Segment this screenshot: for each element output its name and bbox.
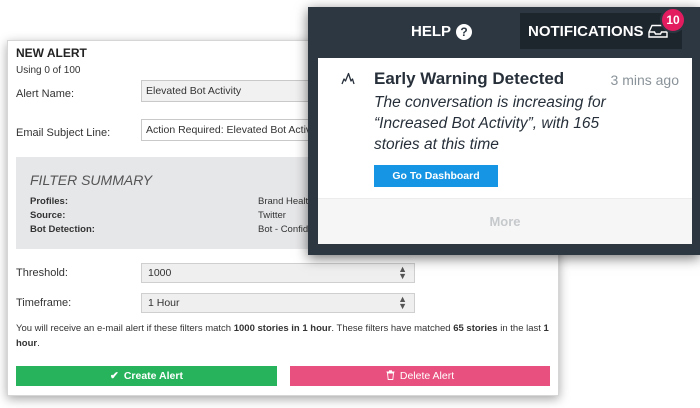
- filter-key: Profiles:: [30, 196, 69, 207]
- notifications-label: NOTIFICATIONS: [528, 22, 644, 40]
- notifications-tab[interactable]: NOTIFICATIONS: [520, 13, 682, 49]
- filter-key: Bot Detection:: [30, 224, 95, 235]
- filter-value: Brand Health: [258, 196, 314, 207]
- go-to-dashboard-button[interactable]: Go To Dashboard: [374, 165, 498, 187]
- delete-alert-label: Delete Alert: [399, 370, 455, 382]
- timeframe-value: 1 Hour: [148, 297, 180, 309]
- spike-chart-icon: [341, 72, 355, 91]
- select-arrows-icon: ▲ ▼: [398, 294, 407, 311]
- threshold-value: 1000: [148, 267, 172, 279]
- trash-icon: [386, 369, 395, 383]
- help-link[interactable]: HELP ?: [411, 23, 473, 40]
- alert-note: You will receive an e-mail alert if thes…: [16, 321, 550, 351]
- alert-usage: Using 0 of 100: [16, 65, 81, 76]
- delete-alert-button[interactable]: Delete Alert: [290, 366, 550, 386]
- note-text: in the last: [497, 323, 544, 334]
- note-text: . These filters have matched: [331, 323, 454, 334]
- notification-body: The conversation is increasing for “Incr…: [374, 94, 606, 153]
- question-circle-icon: ?: [456, 23, 473, 40]
- notification-count-badge: 10: [660, 7, 686, 33]
- more-button[interactable]: More: [318, 198, 692, 244]
- notification-list: Early Warning Detected 3 mins ago The co…: [318, 58, 692, 244]
- note-bold: 1000 stories in 1 hour: [233, 323, 332, 334]
- timeframe-select[interactable]: 1 Hour ▲ ▼: [141, 293, 415, 313]
- filter-summary-title: FILTER SUMMARY: [30, 172, 153, 188]
- notification-item[interactable]: Early Warning Detected 3 mins ago The co…: [318, 58, 692, 198]
- card-title: NEW ALERT: [16, 46, 87, 60]
- note-text: You will receive an e-mail alert if thes…: [16, 323, 234, 334]
- notification-time: 3 mins ago: [610, 72, 679, 88]
- alert-name-input[interactable]: Elevated Bot Activity: [141, 80, 331, 102]
- filter-key: Source:: [30, 210, 66, 221]
- email-subject-label: Email Subject Line:: [16, 127, 111, 139]
- select-arrows-icon: ▲ ▼: [398, 264, 407, 281]
- create-alert-label: Create Alert: [123, 370, 183, 382]
- email-subject-input[interactable]: Action Required: Elevated Bot Activity: [141, 119, 311, 141]
- checkmark-icon: ✔: [110, 370, 119, 382]
- note-bold: 65 stories: [453, 323, 498, 334]
- notification-title: Early Warning Detected: [374, 69, 565, 88]
- notifications-popup: HELP ? NOTIFICATIONS 10 Early Warning De…: [308, 7, 700, 255]
- threshold-label: Threshold:: [16, 267, 68, 279]
- help-label: HELP: [411, 23, 452, 40]
- alert-name-label: Alert Name:: [16, 88, 75, 100]
- note-text: .: [37, 338, 40, 349]
- filter-value: Twitter: [258, 210, 286, 221]
- create-alert-button[interactable]: ✔ Create Alert: [16, 366, 277, 386]
- threshold-select[interactable]: 1000 ▲ ▼: [141, 263, 415, 283]
- timeframe-label: Timeframe:: [16, 297, 72, 309]
